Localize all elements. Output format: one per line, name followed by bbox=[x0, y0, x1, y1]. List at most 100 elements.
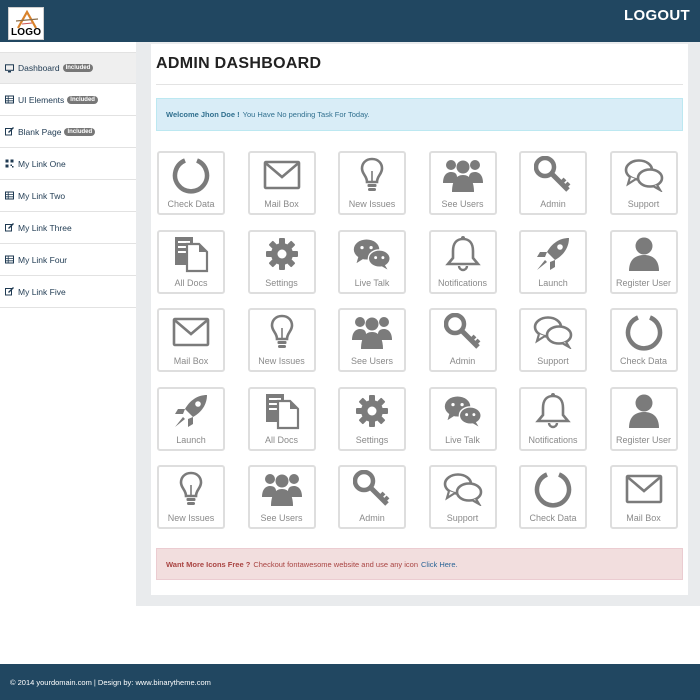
dashboard-tile-settings[interactable]: Settings bbox=[338, 386, 406, 451]
sidebar-item-my-link-two[interactable]: My Link Two bbox=[0, 180, 136, 212]
logout-button[interactable]: LOGOUT bbox=[624, 7, 690, 24]
tile-label: New Issues bbox=[258, 356, 305, 366]
tile-label: Support bbox=[627, 199, 660, 209]
dashboard-tile-register-user[interactable]: Register User bbox=[609, 229, 678, 294]
included-badge: Included bbox=[62, 64, 94, 72]
table-icon bbox=[5, 95, 14, 104]
dashboard-tile-new-issues[interactable]: New Issues bbox=[338, 151, 406, 215]
dashboard-tile-admin[interactable]: Admin bbox=[519, 151, 587, 215]
dashboard-tile-check-data[interactable]: Check Data bbox=[519, 465, 587, 529]
table-icon bbox=[5, 191, 14, 200]
logo[interactable]: LOGO bbox=[8, 7, 44, 40]
wechat-icon bbox=[352, 234, 392, 274]
click-here-link[interactable]: Click Here. bbox=[421, 560, 458, 569]
comments-icon bbox=[443, 469, 483, 509]
dashboard-tile-register-user[interactable]: Register User bbox=[609, 386, 678, 451]
sidebar-item-label: UI Elements bbox=[18, 94, 65, 105]
included-badge: Included bbox=[67, 95, 98, 104]
tile-label: Register User bbox=[615, 434, 671, 445]
sidebar-item-ui-elements[interactable]: UI Elements Included bbox=[0, 84, 136, 116]
footer-text: © 2014 yourdomain.com | Design by: www.b… bbox=[10, 677, 211, 687]
key-icon bbox=[352, 469, 392, 509]
dashboard-tile-admin[interactable]: Admin bbox=[338, 465, 406, 529]
dashboard-tile-settings[interactable]: Settings bbox=[247, 229, 316, 294]
dashboard-tile-notifications[interactable]: Notifications bbox=[519, 386, 587, 451]
circle-notch-icon bbox=[624, 312, 664, 352]
dashboard-tile-support[interactable]: Support bbox=[519, 308, 587, 372]
gear-icon bbox=[352, 391, 392, 431]
dashboard-tile-all-docs[interactable]: All Docs bbox=[247, 386, 316, 451]
sidebar-item-dashboard[interactable]: Dashboard Included bbox=[0, 52, 136, 84]
page-title: ADMIN DASHBOARD bbox=[156, 55, 322, 72]
tile-label: See Users bbox=[260, 513, 303, 523]
icon-tile-grid: Check Data Mail Box New Issues See Users Adm… bbox=[157, 151, 681, 529]
dashboard-tile-new-issues[interactable]: New Issues bbox=[247, 308, 316, 372]
rocket-icon bbox=[533, 234, 573, 274]
dashboard-tile-mail-box[interactable]: Mail Box bbox=[247, 151, 316, 215]
dashboard-tile-see-users[interactable]: See Users bbox=[338, 308, 406, 372]
sidebar-item-my-link-five[interactable]: My Link Five bbox=[0, 276, 136, 308]
dashboard-tile-launch[interactable]: Launch bbox=[519, 229, 587, 294]
dashboard-tile-support[interactable]: Support bbox=[428, 465, 497, 529]
dashboard-tile-mail-box[interactable]: Mail Box bbox=[157, 308, 225, 372]
tile-label: All Docs bbox=[264, 434, 298, 445]
tile-label: Settings bbox=[265, 277, 298, 288]
users-icon bbox=[261, 469, 302, 509]
sidebar-item-my-link-three[interactable]: My Link Three bbox=[0, 212, 136, 244]
desktop-icon bbox=[5, 63, 14, 73]
edit-icon bbox=[5, 287, 14, 296]
dashboard-tile-live-talk[interactable]: Live Talk bbox=[428, 386, 497, 451]
tile-label: Check Data bbox=[529, 513, 577, 523]
dashboard-tile-live-talk[interactable]: Live Talk bbox=[338, 229, 406, 294]
bell-icon bbox=[533, 391, 573, 431]
dashboard-tile-admin[interactable]: Admin bbox=[428, 308, 497, 372]
more-icons-alert: Want More Icons Free ? Checkout fontawes… bbox=[156, 548, 683, 580]
sidebar-item-my-link-four[interactable]: My Link Four bbox=[0, 244, 136, 276]
welcome-name: Welcome Jhon Doe ! bbox=[166, 110, 240, 119]
sidebar-item-label: My Link One bbox=[18, 158, 66, 169]
tile-label: Launch bbox=[538, 277, 568, 288]
lightbulb-icon bbox=[352, 155, 392, 195]
dashboard-tile-see-users[interactable]: See Users bbox=[428, 151, 497, 215]
envelope-icon bbox=[171, 312, 211, 352]
user-icon bbox=[624, 391, 664, 431]
top-navbar: LOGO LOGOUT bbox=[0, 0, 700, 42]
dashboard-tile-mail-box[interactable]: Mail Box bbox=[609, 465, 678, 529]
tile-label: Settings bbox=[355, 434, 389, 445]
edit-icon bbox=[5, 127, 14, 136]
more-icons-heading: Want More Icons Free ? bbox=[166, 559, 251, 569]
tile-label: Notifications bbox=[437, 277, 488, 288]
lightbulb-icon bbox=[171, 469, 211, 509]
dashboard-tile-check-data[interactable]: Check Data bbox=[609, 308, 678, 372]
bell-icon bbox=[443, 234, 483, 274]
qrcode-icon bbox=[5, 159, 14, 168]
included-badge: Included bbox=[64, 127, 96, 136]
tile-label: Admin bbox=[540, 199, 566, 209]
key-icon bbox=[533, 155, 573, 195]
sidebar-item-label: My Link Four bbox=[18, 254, 68, 265]
dashboard-tile-launch[interactable]: Launch bbox=[157, 386, 225, 451]
footer: © 2014 yourdomain.com | Design by: www.b… bbox=[0, 664, 700, 700]
dashboard-tile-support[interactable]: Support bbox=[609, 151, 678, 215]
lightbulb-icon bbox=[262, 312, 302, 352]
dashboard-tile-new-issues[interactable]: New Issues bbox=[157, 465, 225, 529]
tile-label: Live Talk bbox=[445, 434, 480, 445]
sidebar-item-blank-page[interactable]: Blank Page Included bbox=[0, 116, 136, 148]
envelope-icon bbox=[624, 469, 664, 509]
dashboard-tile-all-docs[interactable]: All Docs bbox=[157, 229, 225, 294]
tile-label: All Docs bbox=[174, 277, 208, 288]
more-icons-message: Checkout fontawesome website and use any… bbox=[253, 559, 419, 569]
welcome-alert: Welcome Jhon Doe ! You Have No pending T… bbox=[156, 98, 683, 131]
tile-label: New Issues bbox=[167, 513, 215, 523]
tile-label: Support bbox=[537, 356, 569, 366]
sidebar-item-label: My Link Two bbox=[18, 190, 66, 201]
dashboard-tile-notifications[interactable]: Notifications bbox=[428, 229, 497, 294]
table-icon bbox=[5, 255, 14, 264]
files-icon bbox=[171, 234, 211, 274]
dashboard-tile-check-data[interactable]: Check Data bbox=[157, 151, 225, 215]
tile-label: Live Talk bbox=[354, 277, 390, 288]
circle-notch-icon bbox=[171, 155, 211, 195]
sidebar-item-my-link-one[interactable]: My Link One bbox=[0, 148, 136, 180]
dashboard-tile-see-users[interactable]: See Users bbox=[247, 465, 316, 529]
tile-label: Launch bbox=[176, 434, 206, 445]
